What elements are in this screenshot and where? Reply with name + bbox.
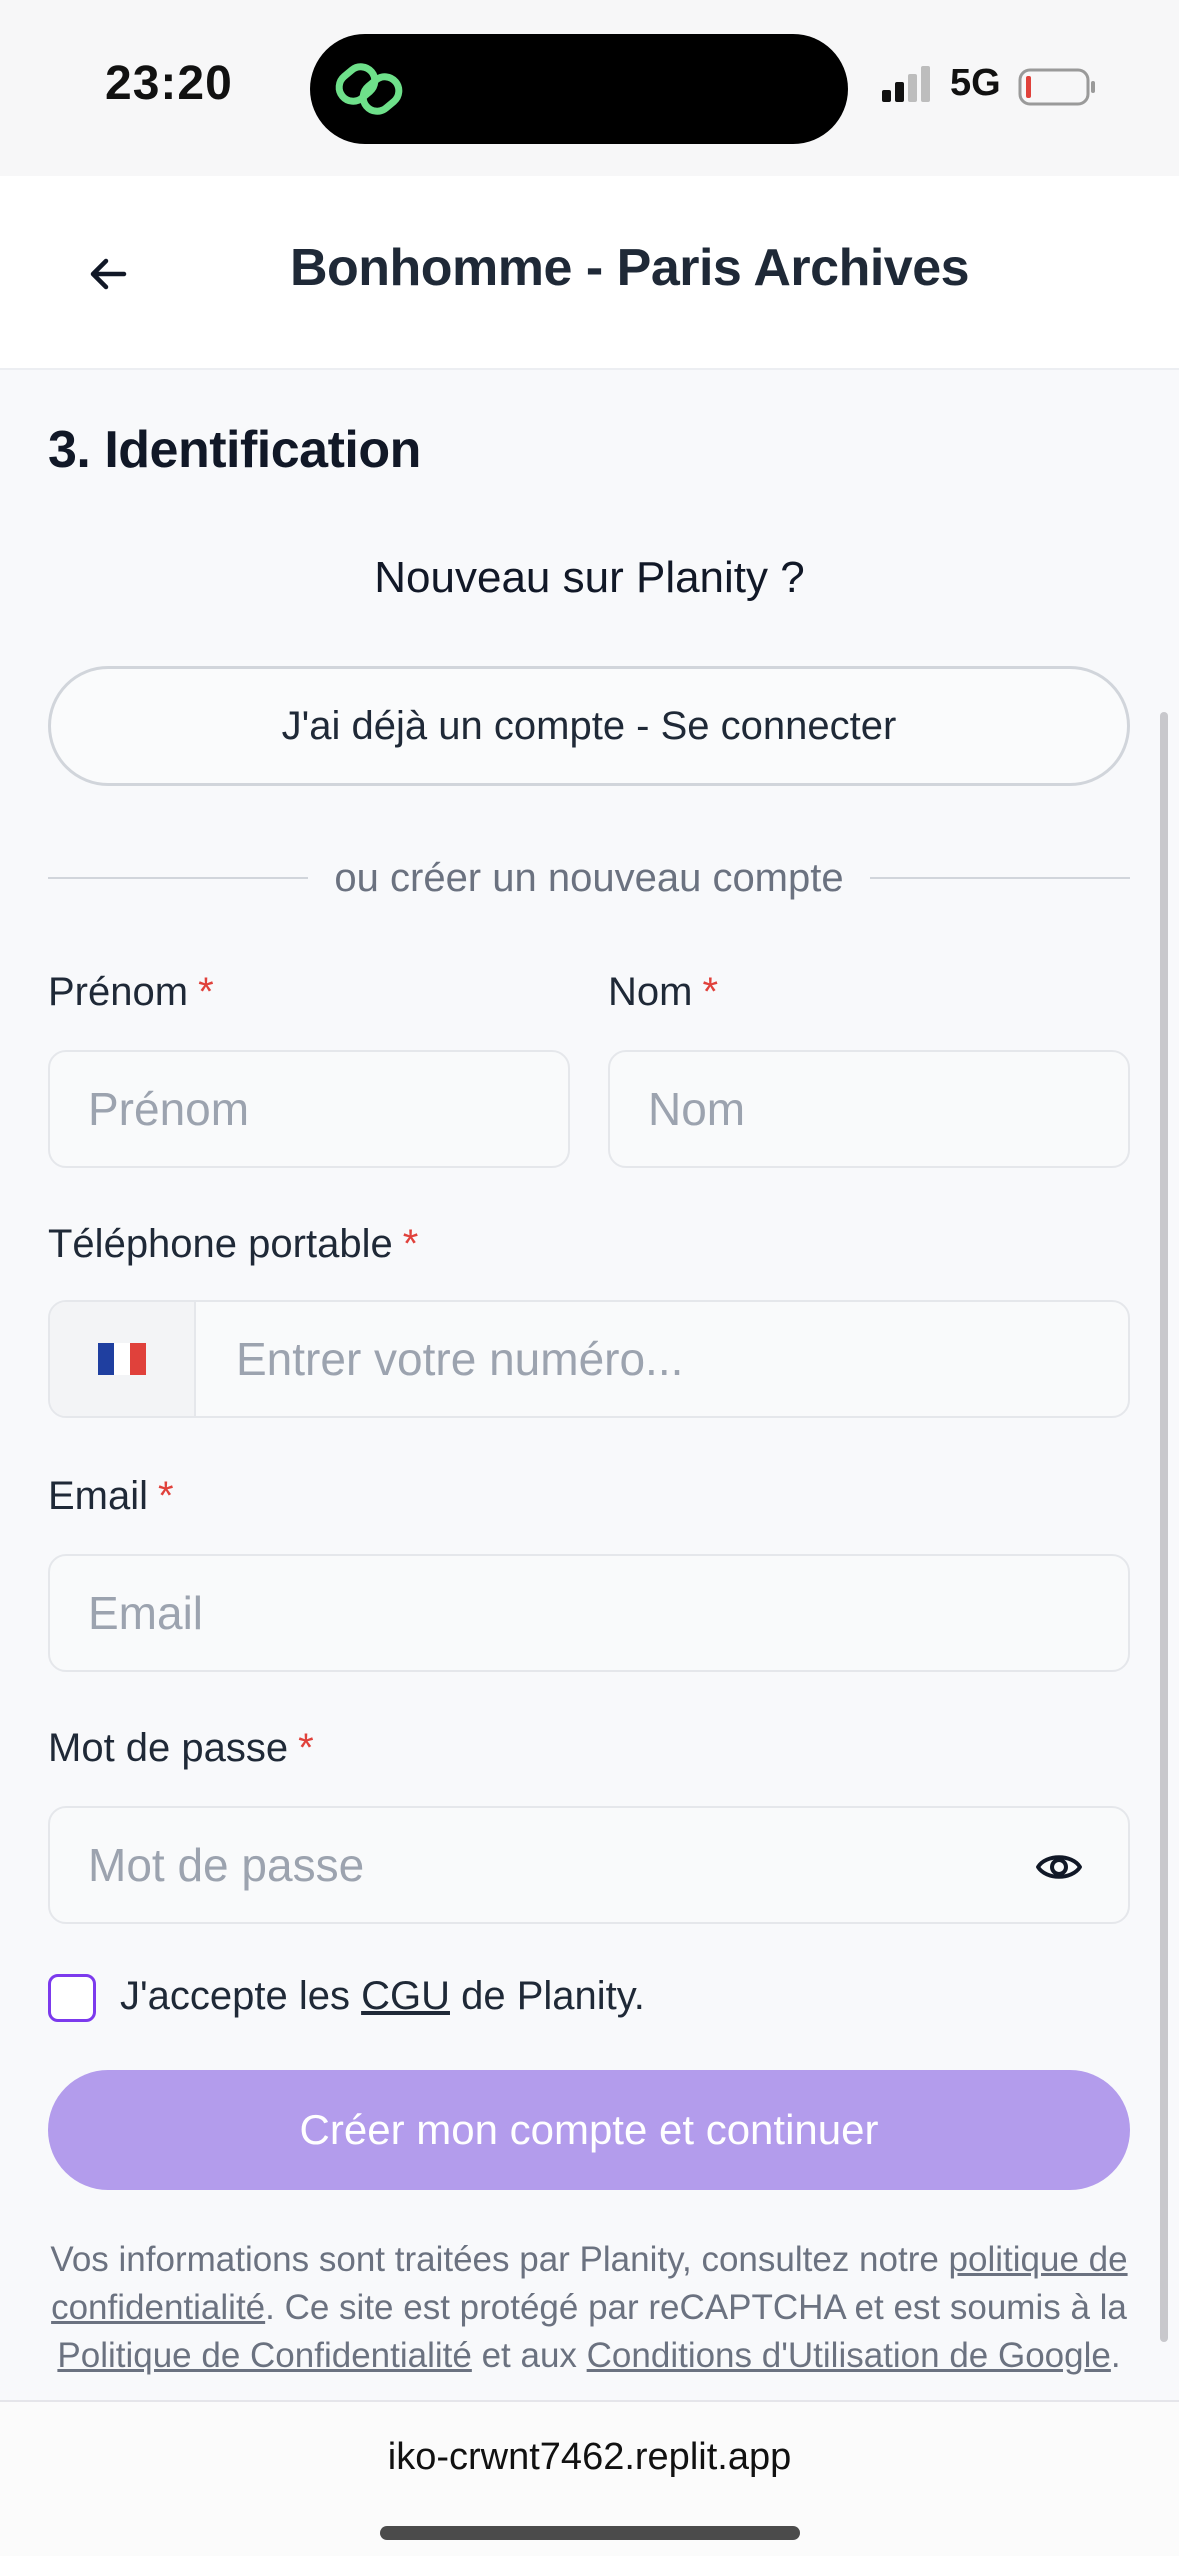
email-label: Email * (48, 1474, 174, 1519)
scrollbar[interactable] (1160, 712, 1168, 2342)
phone-input[interactable]: Entrer votre numéro... (196, 1302, 1128, 1416)
email-placeholder: Email (88, 1587, 204, 1639)
link-rings-icon (335, 63, 403, 115)
url-bar[interactable]: iko-crwnt7462.replit.app (0, 2436, 1179, 2479)
section-title: 3. Identification (48, 421, 421, 479)
required-mark: * (402, 1222, 419, 1266)
last-name-placeholder: Nom (648, 1083, 746, 1135)
france-flag-icon (98, 1343, 146, 1375)
page-title: Bonhomme - Paris Archives (289, 239, 970, 297)
divider-text: ou créer un nouveau compte (334, 855, 844, 900)
status-bar: 23:20 5G (0, 0, 1179, 176)
divider-line-left (48, 877, 309, 879)
eye-icon[interactable] (1034, 1842, 1084, 1892)
required-mark: * (158, 1474, 174, 1518)
email-input[interactable]: Email (48, 1554, 1130, 1672)
form-subtitle: Nouveau sur Planity ? (374, 553, 805, 602)
country-code-select[interactable] (50, 1302, 196, 1416)
last-name-label: Nom * (608, 970, 718, 1015)
first-name-input[interactable]: Prénom (48, 1050, 570, 1168)
first-name-label-text: Prénom (48, 970, 189, 1014)
terms-prefix: J'accepte les (120, 1974, 362, 2018)
password-label: Mot de passe * (48, 1726, 314, 1771)
phone-field: Entrer votre numéro... (48, 1300, 1130, 1418)
terms-checkbox[interactable] (48, 1974, 96, 2022)
identification-form: 3. Identification Nouveau sur Planity ? … (0, 370, 1179, 2400)
network-label: 5G (950, 62, 1001, 104)
back-button[interactable] (70, 236, 146, 312)
last-name-input[interactable]: Nom (608, 1050, 1130, 1168)
page: 23:20 5G Bonhomme - Paris Archives 3. Id… (0, 0, 1179, 2556)
divider-line-right (869, 877, 1130, 879)
required-mark: * (298, 1726, 314, 1770)
legal-part3: et aux (471, 2336, 587, 2375)
dynamic-island (310, 34, 848, 144)
password-placeholder: Mot de passe (88, 1839, 365, 1891)
arrow-left-icon (90, 258, 127, 290)
terms-text: J'accepte les CGU de Planity. (120, 1974, 645, 2019)
first-name-placeholder: Prénom (88, 1083, 250, 1135)
google-privacy-link[interactable]: Politique de Confidentialité (57, 2336, 471, 2375)
first-name-label: Prénom * (48, 970, 214, 1015)
required-mark: * (198, 970, 214, 1014)
app-header: Bonhomme - Paris Archives (0, 176, 1179, 370)
home-indicator[interactable] (380, 2526, 800, 2540)
cgu-link[interactable]: CGU (361, 1974, 450, 2018)
legal-part4: . (1110, 2336, 1121, 2375)
battery-icon (1018, 68, 1095, 106)
password-input[interactable]: Mot de passe (48, 1806, 1130, 1924)
last-name-label-text: Nom (608, 970, 693, 1014)
legal-part2: . Ce site est protégé par reCAPTCHA et e… (265, 2288, 1127, 2327)
terms-suffix: de Planity. (449, 1974, 645, 2018)
password-label-text: Mot de passe (48, 1726, 289, 1770)
phone-label: Téléphone portable * (48, 1222, 418, 1267)
create-account-button[interactable]: Créer mon compte et continuer (48, 2070, 1130, 2190)
phone-placeholder: Entrer votre numéro... (236, 1333, 684, 1385)
signal-icon (882, 66, 930, 102)
browser-bottom-bar: iko-crwnt7462.replit.app (0, 2400, 1179, 2556)
legal-part1: Vos informations sont traitées par Plani… (50, 2240, 949, 2279)
email-label-text: Email (48, 1474, 149, 1518)
phone-label-text: Téléphone portable (48, 1222, 393, 1266)
divider: ou créer un nouveau compte (48, 850, 1130, 906)
login-button[interactable]: J'ai déjà un compte - Se connecter (48, 666, 1130, 786)
required-mark: * (702, 970, 719, 1014)
google-terms-link[interactable]: Conditions d'Utilisation de Google (587, 2336, 1111, 2375)
status-time: 23:20 (105, 57, 233, 110)
legal-notice: Vos informations sont traitées par Plani… (48, 2236, 1130, 2380)
